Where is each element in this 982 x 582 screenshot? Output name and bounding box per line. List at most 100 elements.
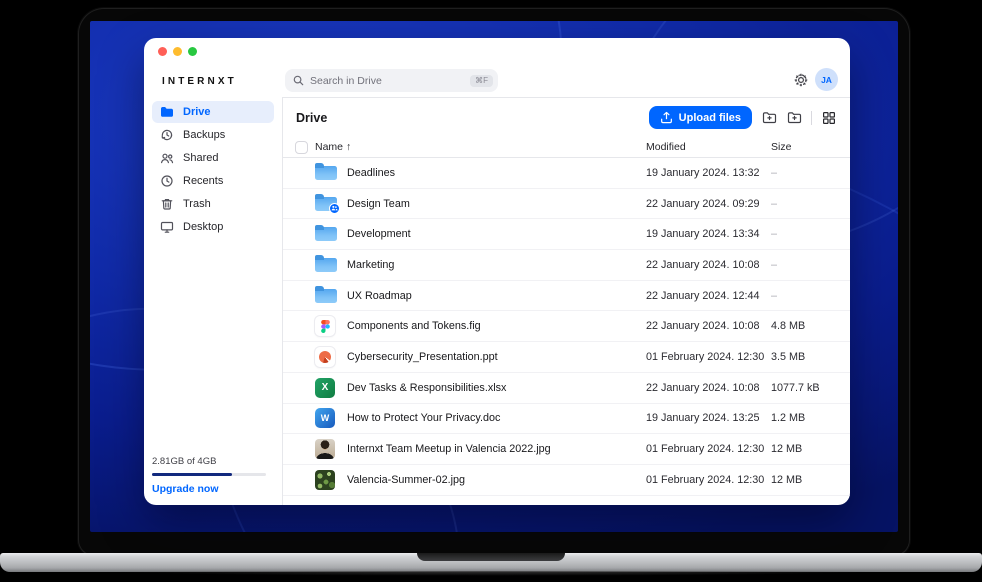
powerpoint-file-icon (315, 347, 335, 367)
file-size: – (771, 228, 837, 240)
backups-history-icon (160, 128, 174, 142)
close-window-button[interactable] (158, 47, 167, 56)
file-name: Deadlines (347, 167, 646, 179)
actions-divider (811, 111, 812, 125)
file-size: – (771, 259, 837, 271)
trash-icon (160, 197, 174, 211)
file-size: 12 MB (771, 474, 837, 486)
excel-file-icon: X (315, 378, 335, 398)
laptop-base-notch (417, 553, 565, 561)
table-row[interactable]: Cybersecurity_Presentation.ppt01 Februar… (283, 342, 850, 373)
table-row[interactable]: Valencia-Summer-02.jpg01 February 2024. … (283, 465, 850, 496)
create-folder-button[interactable] (786, 110, 802, 126)
select-all-checkbox[interactable] (295, 141, 308, 154)
file-modified: 01 February 2024. 12:30 (646, 443, 771, 455)
shared-badge-icon (329, 203, 340, 214)
file-size: 1.2 MB (771, 412, 837, 424)
sidebar-item-trash[interactable]: Trash (152, 193, 274, 215)
settings-button[interactable] (792, 71, 810, 89)
table-row[interactable]: UX Roadmap22 January 2024. 12:44– (283, 281, 850, 312)
figma-file-icon (315, 316, 335, 336)
avatar[interactable]: JA (815, 68, 838, 91)
file-size: – (771, 198, 837, 210)
table-row[interactable]: Marketing22 January 2024. 10:08– (283, 250, 850, 281)
table-row[interactable]: Deadlines19 January 2024. 13:32– (283, 158, 850, 189)
file-name: Cybersecurity_Presentation.ppt (347, 351, 646, 363)
file-name: How to Protect Your Privacy.doc (347, 412, 646, 424)
table-row[interactable]: Design Team22 January 2024. 09:29– (283, 189, 850, 220)
column-header-size[interactable]: Size (771, 141, 837, 153)
storage-indicator: 2.81GB of 4GB Upgrade now (152, 456, 266, 495)
table-row[interactable]: Internxt Team Meetup in Valencia 2022.jp… (283, 434, 850, 465)
upload-folder-button[interactable] (761, 110, 777, 126)
table-row[interactable]: Development19 January 2024. 13:34– (283, 219, 850, 250)
photo-thumbnail (315, 439, 335, 459)
drive-folder-icon (160, 105, 174, 119)
file-name: Design Team (347, 198, 646, 210)
laptop-base (0, 553, 982, 572)
column-header-name[interactable]: Name ↑ (315, 141, 646, 153)
upload-icon (660, 111, 673, 124)
file-modified: 22 January 2024. 10:08 (646, 382, 771, 394)
sidebar-item-label: Trash (183, 198, 211, 210)
scene: INTERNXT Search in Drive ⌘F JA (0, 0, 982, 582)
gear-icon (793, 72, 809, 88)
folder-icon (315, 227, 337, 241)
file-modified: 22 January 2024. 10:08 (646, 259, 771, 271)
sidebar: Drive Backups Shared (144, 97, 283, 505)
sort-ascending-icon: ↑ (346, 141, 351, 153)
upload-files-label: Upload files (679, 112, 741, 124)
file-name: Marketing (347, 259, 646, 271)
search-placeholder: Search in Drive (310, 75, 470, 87)
main-header: Drive Upload files (283, 98, 850, 137)
upgrade-now-link[interactable]: Upgrade now (152, 483, 266, 495)
sidebar-item-recents[interactable]: Recents (152, 170, 274, 192)
file-modified: 19 January 2024. 13:34 (646, 228, 771, 240)
folder-icon (315, 166, 337, 180)
drive-app-window: INTERNXT Search in Drive ⌘F JA (144, 38, 850, 505)
breadcrumb: Drive (296, 111, 327, 125)
file-size: 12 MB (771, 443, 837, 455)
table-row[interactable]: Components and Tokens.fig22 January 2024… (283, 311, 850, 342)
file-name: Dev Tasks & Responsibilities.xlsx (347, 382, 646, 394)
file-modified: 22 January 2024. 10:08 (646, 320, 771, 332)
file-size: – (771, 290, 837, 302)
grid-view-toggle[interactable] (821, 110, 837, 126)
table-row[interactable]: X Dev Tasks & Responsibilities.xlsx22 Jan… (283, 373, 850, 404)
file-size: 1077.7 kB (771, 382, 837, 394)
window-topbar: INTERNXT Search in Drive ⌘F JA (144, 38, 850, 97)
file-name: Development (347, 228, 646, 240)
sidebar-item-label: Backups (183, 129, 225, 141)
sidebar-item-label: Drive (183, 106, 211, 118)
sidebar-item-backups[interactable]: Backups (152, 124, 274, 146)
sidebar-item-shared[interactable]: Shared (152, 147, 274, 169)
zoom-window-button[interactable] (188, 47, 197, 56)
file-name: UX Roadmap (347, 290, 646, 302)
minimize-window-button[interactable] (173, 47, 182, 56)
folder-icon (315, 258, 337, 272)
file-size: 4.8 MB (771, 320, 837, 332)
monitor-icon (160, 220, 174, 234)
file-size: 3.5 MB (771, 351, 837, 363)
storage-progress-fill (152, 473, 232, 476)
file-modified: 22 January 2024. 09:29 (646, 198, 771, 210)
internxt-logo: INTERNXT (162, 76, 237, 87)
file-modified: 22 January 2024. 12:44 (646, 290, 771, 302)
search-icon (293, 75, 304, 86)
sidebar-item-desktop[interactable]: Desktop (152, 216, 274, 238)
upload-files-button[interactable]: Upload files (649, 106, 752, 129)
table-row[interactable]: WHow to Protect Your Privacy.doc19 Janua… (283, 404, 850, 435)
file-modified: 01 February 2024. 12:30 (646, 474, 771, 486)
column-header-modified[interactable]: Modified (646, 141, 771, 153)
header-actions: Upload files (649, 106, 837, 129)
shared-folder-icon (315, 197, 337, 211)
file-modified: 01 February 2024. 12:30 (646, 351, 771, 363)
sidebar-item-drive[interactable]: Drive (152, 101, 274, 123)
clock-icon (160, 174, 174, 188)
search-input[interactable]: Search in Drive ⌘F (285, 69, 498, 92)
traffic-lights (158, 47, 197, 56)
search-shortcut-badge: ⌘F (470, 75, 493, 87)
sidebar-item-label: Shared (183, 152, 218, 164)
sidebar-item-label: Desktop (183, 221, 223, 233)
photo-thumbnail (315, 470, 335, 490)
